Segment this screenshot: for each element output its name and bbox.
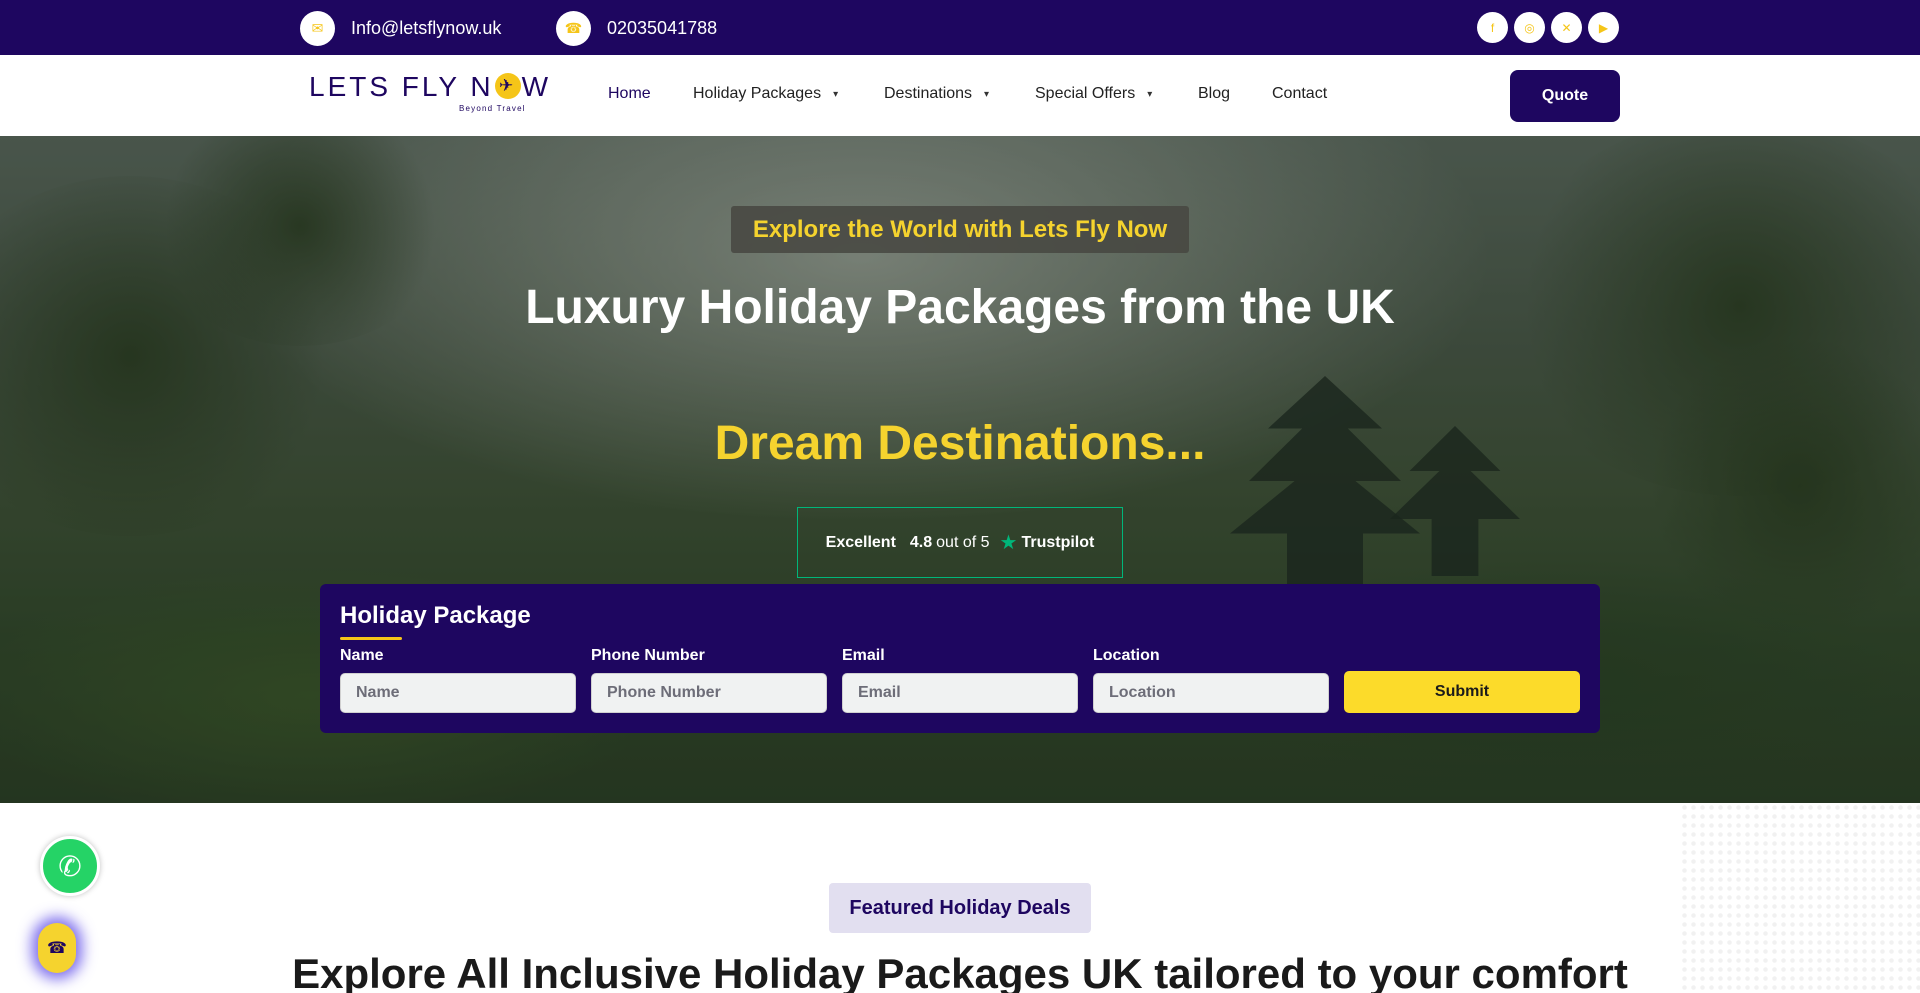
trustpilot-rating-label: Excellent	[825, 533, 896, 551]
name-label: Name	[340, 647, 384, 664]
trustpilot-brand: Trustpilot	[1021, 533, 1095, 551]
instagram-icon[interactable]: ◎	[1514, 12, 1545, 43]
chevron-down-icon: ▾	[833, 88, 839, 100]
form-title-underline	[340, 637, 402, 640]
name-input[interactable]	[340, 673, 576, 713]
topbar-email[interactable]: ✉ Info@letsflynow.uk	[300, 11, 501, 46]
nav-item-label: Blog	[1198, 85, 1231, 102]
nav-item-label: Holiday Packages	[693, 85, 822, 102]
hero-eyebrow: Explore the World with Lets Fly Now	[731, 206, 1189, 253]
nav-item-destinations[interactable]: Destinations ▾	[884, 85, 989, 103]
submit-button[interactable]: Submit	[1344, 671, 1580, 713]
logo-tagline: Beyond Travel	[459, 104, 526, 113]
chevron-down-icon: ▾	[984, 88, 990, 100]
airplane-icon: ✈	[494, 73, 521, 99]
logo-text-end: W	[521, 71, 552, 102]
nav-item-blog[interactable]: Blog	[1198, 85, 1230, 103]
phone-icon: ☎	[556, 11, 591, 46]
email-label: Email	[842, 647, 885, 664]
nav-item-label: Special Offers	[1035, 85, 1136, 102]
featured-deals-badge: Featured Holiday Deals	[829, 883, 1091, 933]
youtube-icon[interactable]: ▶	[1588, 12, 1619, 43]
nav-item-contact[interactable]: Contact	[1272, 85, 1327, 103]
envelope-icon: ✉	[300, 11, 335, 46]
holiday-package-form: Holiday Package Name Phone Number Email …	[320, 584, 1600, 733]
social-links: f ◎ ✕ ▶	[1477, 12, 1619, 43]
chevron-down-icon: ▾	[1147, 88, 1153, 100]
whatsapp-icon: ✆	[58, 850, 82, 882]
quote-button[interactable]: Quote	[1510, 70, 1620, 122]
logo-text: LETS FLY N	[309, 71, 494, 102]
main-navbar: LETS FLY N ✈ W Beyond Travel Home Holiday …	[0, 55, 1920, 136]
whatsapp-button[interactable]: ✆	[40, 836, 100, 896]
email-input[interactable]	[842, 673, 1078, 713]
topbar-phone-text[interactable]: 02035041788	[607, 18, 717, 39]
logo-wordmark: LETS FLY N ✈ W	[309, 71, 548, 102]
form-title: Holiday Package	[340, 602, 531, 629]
phone-icon: ☎	[47, 940, 67, 957]
section-heading: Explore All Inclusive Holiday Packages U…	[292, 950, 1628, 993]
nav-item-label: Destinations	[884, 85, 973, 102]
twitter-icon[interactable]: ✕	[1551, 12, 1582, 43]
trustpilot-out-of: out of 5	[936, 533, 990, 551]
phone-number-input[interactable]	[591, 673, 827, 713]
call-float-button[interactable]: ☎	[38, 923, 76, 973]
nav-item-home[interactable]: Home	[608, 85, 651, 103]
location-input[interactable]	[1093, 673, 1329, 713]
topbar-phone[interactable]: ☎ 02035041788	[556, 11, 717, 46]
nav-item-holiday-packages[interactable]: Holiday Packages ▾	[693, 85, 838, 103]
hero-title: Luxury Holiday Packages from the UK	[525, 281, 1395, 334]
hero-section: Explore the World with Lets Fly Now Luxu…	[0, 136, 1920, 803]
phone-number-label: Phone Number	[591, 647, 705, 664]
location-label: Location	[1093, 647, 1160, 664]
hero-subtitle: Dream Destinations...	[714, 417, 1206, 470]
nav-item-special-offers[interactable]: Special Offers ▾	[1035, 85, 1152, 103]
site-logo[interactable]: LETS FLY N ✈ W Beyond Travel	[309, 71, 548, 115]
nav-item-label: Home	[608, 85, 651, 102]
facebook-icon[interactable]: f	[1477, 12, 1508, 43]
top-bar: ✉ Info@letsflynow.uk ☎ 02035041788 f ◎ ✕…	[0, 0, 1920, 55]
trustpilot-widget[interactable]: Excellent 4.8 out of 5 ★ Trustpilot	[797, 507, 1123, 578]
topbar-email-text[interactable]: Info@letsflynow.uk	[351, 18, 501, 39]
nav-item-label: Contact	[1272, 85, 1328, 102]
star-icon: ★	[999, 532, 1018, 554]
trustpilot-score: 4.8	[909, 533, 933, 551]
